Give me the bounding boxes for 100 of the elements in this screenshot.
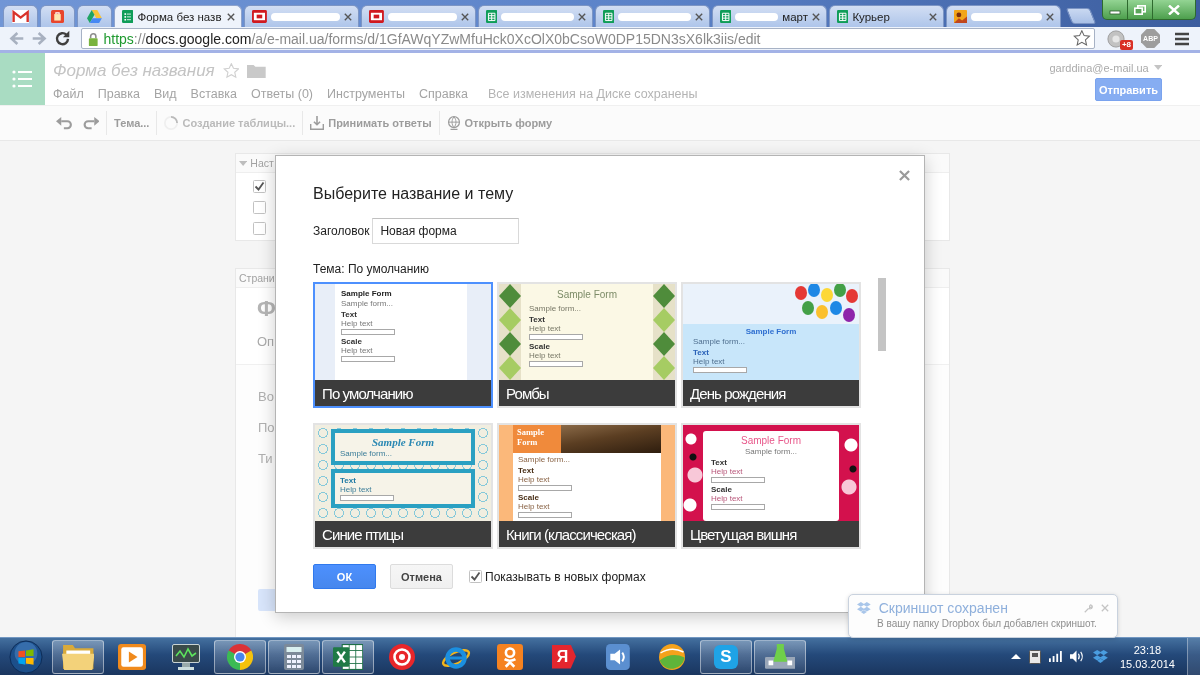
reload-icon[interactable] (54, 30, 71, 47)
open-form-button[interactable]: Открыть форму (442, 111, 557, 135)
new-tab-button[interactable] (1065, 8, 1097, 24)
close-icon[interactable] (344, 12, 352, 21)
preview-hint: Help text (711, 467, 743, 476)
ok-button[interactable]: ОК (313, 564, 376, 589)
theme-option[interactable]: Sample Form Sample form... Text Help text Scale Help text Ромбы (497, 282, 677, 408)
browser-tab[interactable] (946, 5, 1061, 27)
preview-hint: Help text (529, 324, 561, 333)
taskbar-button[interactable]: Я (538, 639, 590, 674)
close-icon (1168, 4, 1180, 15)
theme-name: Книги (классическая) (499, 521, 675, 547)
menu-item[interactable]: Вставка (190, 87, 238, 101)
menu-item[interactable]: Вид (153, 87, 177, 101)
theme-name: Цветущая вишня (683, 521, 859, 547)
browser-tab[interactable]: Форма без назв (114, 5, 242, 27)
taskbar-button[interactable] (754, 639, 806, 674)
preview-hint: Help text (340, 485, 372, 494)
minimize-button[interactable] (1102, 0, 1128, 20)
menu-item[interactable]: Ответы (0) (251, 87, 313, 101)
address-field[interactable]: https://docs.google.com/a/e-mail.ua/forms/d/1GfAWqYZwMfuHck0XcOlX0bCsoW0DP15DN3sX6lk3iis/edit (81, 28, 1095, 49)
theme-option[interactable]: Sample Form Sample form... Text Help text Scale Help text Цветущая вишня (681, 423, 861, 549)
preview-hint: Help text (341, 319, 373, 328)
close-icon[interactable] (929, 12, 937, 21)
checkbox[interactable] (253, 180, 266, 193)
show-desktop-button[interactable] (1187, 638, 1200, 675)
browser-tab[interactable] (361, 5, 476, 27)
browser-tab[interactable] (3, 5, 38, 27)
taskbar-button[interactable] (52, 639, 104, 674)
account-email[interactable]: garddina@e-mail.ua (1049, 61, 1149, 74)
send-button[interactable]: Отправить (1095, 78, 1162, 101)
title-input-field[interactable]: Новая форма (372, 218, 520, 244)
close-icon[interactable] (227, 12, 235, 21)
box-icon[interactable] (1093, 650, 1108, 663)
theme-option[interactable]: Sample Form Sample form... Text Help text Синие птицы (313, 423, 493, 549)
browser-tab[interactable]: март (712, 5, 827, 27)
browser-tab[interactable] (244, 5, 359, 27)
checkbox[interactable] (253, 222, 266, 235)
save-status: Все изменения на Диске сохранены (488, 87, 698, 101)
taskbar-button[interactable] (214, 639, 266, 674)
browser-tab[interactable] (478, 5, 593, 27)
form-description: Оп (257, 334, 275, 349)
menu-icon[interactable] (1174, 31, 1190, 46)
preview-text: Sample form... (340, 449, 392, 458)
restore-button[interactable] (1128, 0, 1153, 20)
speaker-icon[interactable] (1070, 650, 1086, 663)
document-title[interactable]: Форма без названия (53, 61, 215, 81)
checkbox[interactable] (469, 570, 482, 583)
clock-date[interactable]: 15.03.2014 (1119, 656, 1175, 671)
device-icon[interactable] (1029, 649, 1042, 664)
menu-item[interactable]: Инструменты (327, 87, 405, 101)
cancel-button[interactable]: Отмена (390, 564, 453, 589)
preview-input-field (529, 361, 583, 367)
close-icon[interactable] (1046, 12, 1054, 21)
preview-label: Text (711, 458, 727, 467)
close-icon[interactable] (812, 12, 820, 21)
clock-time[interactable]: 23:18 (1133, 642, 1162, 657)
checkbox[interactable] (253, 201, 266, 214)
taskbar-button[interactable] (322, 639, 374, 674)
menu-item[interactable]: Файл (53, 87, 84, 101)
close-button[interactable] (1153, 0, 1196, 20)
preview-label: Text (518, 466, 534, 475)
question-label: По (258, 419, 275, 437)
restore-icon (1134, 4, 1146, 15)
list-document-icon (122, 10, 134, 23)
browser-tab[interactable] (595, 5, 710, 27)
scrollbar-thumb[interactable] (878, 278, 886, 351)
lock-icon (88, 31, 99, 46)
notification-title: Скриншот сохранен (878, 600, 1008, 616)
taskbar-button[interactable]: S (700, 639, 752, 674)
preview-hint: Help text (518, 502, 550, 511)
grid-document-icon (720, 10, 732, 23)
preview-input-field (341, 356, 395, 362)
theme-option[interactable]: Sample Form Sample form... Text Help text Scale Help text По умолчанию (313, 282, 493, 408)
theme-button[interactable]: Тема... (110, 111, 154, 135)
taskbar-button[interactable] (268, 639, 320, 674)
theme-name: По умолчанию (315, 380, 491, 406)
preview-label: Text (529, 315, 545, 324)
tile-icon (369, 10, 384, 23)
signal-bars-icon[interactable] (1049, 651, 1063, 662)
preview-heading: Sample Form (741, 435, 801, 447)
calculator-icon (284, 643, 304, 670)
preview-heading: Sample Form (557, 289, 617, 301)
preview-input-field (518, 512, 572, 518)
browser-tab[interactable] (77, 5, 112, 27)
menu-item[interactable]: Правка (97, 87, 140, 101)
theme-option[interactable]: Sample Form Sample form... Text Help text День рождения (681, 282, 861, 408)
star-icon[interactable] (1073, 30, 1091, 47)
close-icon[interactable] (899, 170, 910, 181)
grid-document-icon (603, 10, 615, 23)
url-text: https://docs.google.com/a/e-mail.ua/forms/d/1GfAWqYZwMfuHck0XcOlX0bCsoW0DP15DN3sX6lk3iis/edit (103, 30, 762, 47)
close-icon[interactable] (461, 12, 469, 21)
close-icon[interactable] (578, 12, 586, 21)
theme-option[interactable]: Sample Form Sample form... Text Help text Scale Help text Книги (классическая) (497, 423, 677, 549)
browser-tab[interactable]: Курьер (829, 5, 944, 27)
theme-name: День рождения (683, 380, 859, 406)
accept-responses-button[interactable]: Принимать ответы (306, 111, 436, 135)
menu-item[interactable]: Справка (418, 87, 468, 101)
close-icon[interactable] (695, 12, 703, 21)
chevron-up-icon[interactable] (1011, 654, 1022, 659)
